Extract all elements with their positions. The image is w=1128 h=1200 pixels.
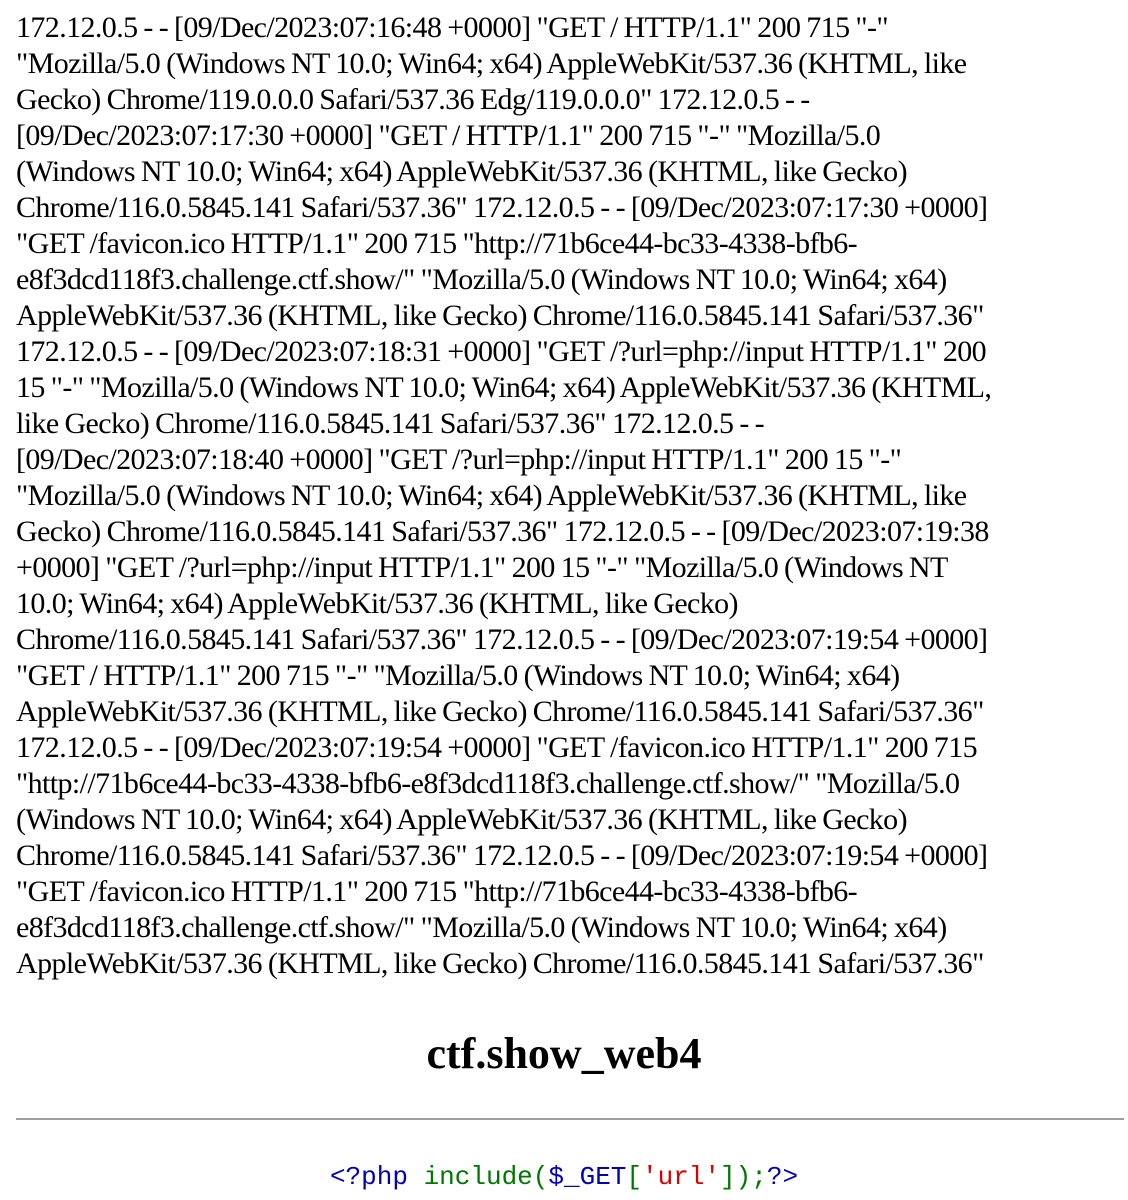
log-line: (Windows NT 10.0; Win64; x64) AppleWebKi… [16, 155, 908, 188]
log-line: (Windows NT 10.0; Win64; x64) AppleWebKi… [16, 803, 908, 836]
log-line: [09/Dec/2023:07:17:30 +0000] "GET / HTTP… [16, 119, 881, 152]
php-include-keyword: include [423, 1162, 533, 1192]
php-open-paren: ( [532, 1162, 549, 1192]
log-line: Chrome/116.0.5845.141 Safari/537.36" 172… [16, 191, 988, 224]
log-line: +0000] "GET /?url=php://input HTTP/1.1" … [16, 551, 948, 584]
horizontal-divider [16, 1118, 1124, 1120]
highlighted-php-source: <?php include($_GET['url']);?> [0, 1160, 1128, 1194]
php-url-string: 'url' [642, 1162, 721, 1192]
php-open-bracket: [ [626, 1162, 643, 1192]
log-line: "Mozilla/5.0 (Windows NT 10.0; Win64; x6… [16, 479, 967, 512]
log-line: Gecko) Chrome/119.0.0.0 Safari/537.36 Ed… [16, 83, 810, 116]
php-close-bracket-paren: ]); [720, 1162, 767, 1192]
log-line: Chrome/116.0.5845.141 Safari/537.36" 172… [16, 623, 988, 656]
log-line: AppleWebKit/537.36 (KHTML, like Gecko) C… [16, 947, 984, 980]
log-line: "GET / HTTP/1.1" 200 715 "-" "Mozilla/5.… [16, 659, 900, 692]
page-title: ctf.show_web4 [426, 1029, 702, 1078]
log-line: like Gecko) Chrome/116.0.5845.141 Safari… [16, 407, 765, 440]
log-line: 15 "-" "Mozilla/5.0 (Windows NT 10.0; Wi… [16, 371, 992, 404]
php-close-tag: ?> [766, 1162, 799, 1192]
log-line: "GET /favicon.ico HTTP/1.1" 200 715 "htt… [16, 227, 858, 260]
log-line: e8f3dcd118f3.challenge.ctf.show/" "Mozil… [16, 263, 947, 296]
log-line: 172.12.0.5 - - [09/Dec/2023:07:18:31 +00… [16, 335, 987, 368]
log-line: [09/Dec/2023:07:18:40 +0000] "GET /?url=… [16, 443, 902, 476]
php-get-variable: $_GET [548, 1162, 627, 1192]
log-line: e8f3dcd118f3.challenge.ctf.show/" "Mozil… [16, 911, 947, 944]
log-line: AppleWebKit/537.36 (KHTML, like Gecko) C… [16, 299, 984, 332]
log-line: 172.12.0.5 - - [09/Dec/2023:07:16:48 +00… [16, 11, 889, 44]
access-log-output: 172.12.0.5 - - [09/Dec/2023:07:16:48 +00… [16, 10, 1116, 982]
php-open-tag: <?php [329, 1162, 424, 1192]
log-line: Chrome/116.0.5845.141 Safari/537.36" 172… [16, 839, 988, 872]
log-line: 10.0; Win64; x64) AppleWebKit/537.36 (KH… [16, 587, 739, 620]
log-line: 172.12.0.5 - - [09/Dec/2023:07:19:54 +00… [16, 731, 978, 764]
log-line: AppleWebKit/537.36 (KHTML, like Gecko) C… [16, 695, 984, 728]
log-line: "http://71b6ce44-bc33-4338-bfb6-e8f3dcd1… [16, 767, 960, 800]
log-line: "Mozilla/5.0 (Windows NT 10.0; Win64; x6… [16, 47, 967, 80]
log-line: "GET /favicon.ico HTTP/1.1" 200 715 "htt… [16, 875, 858, 908]
log-line: Gecko) Chrome/116.0.5845.141 Safari/537.… [16, 515, 989, 548]
